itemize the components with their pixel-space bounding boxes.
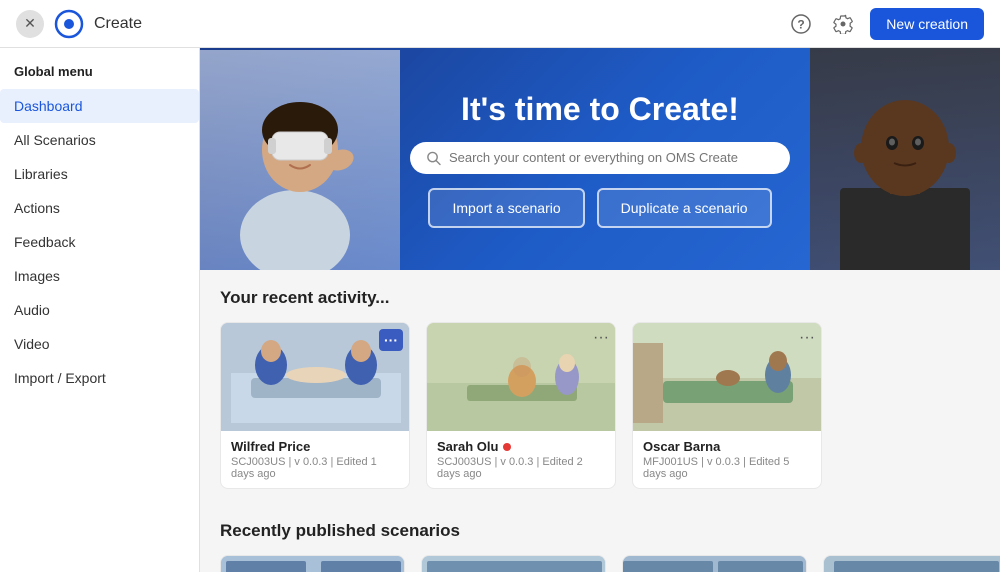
pub-card-4	[823, 555, 1000, 572]
card-meta-wilfred: SCJ003US | v 0.0.3 | Edited 1 days ago	[231, 456, 399, 480]
card-name-oscar: Oscar Barna	[643, 439, 811, 454]
published-cards-row	[220, 555, 980, 572]
card-menu-sarah[interactable]: ···	[593, 329, 609, 347]
hero-person-right	[810, 48, 1000, 270]
scene-sarah-svg	[427, 323, 615, 431]
hero-person-right-figure	[810, 48, 1000, 270]
sidebar-item-libraries[interactable]: Libraries	[0, 157, 199, 191]
sidebar-item-actions[interactable]: Actions	[0, 191, 199, 225]
sidebar-title: Global menu	[0, 48, 199, 89]
card-info-wilfred: Wilfred Price SCJ003US | v 0.0.3 | Edite…	[221, 431, 409, 488]
card-oscar-barna: ··· Oscar Barna MFJ001US | v 0.0.3 | Edi…	[632, 322, 822, 489]
app-logo-icon	[54, 9, 84, 39]
pub-card-image-4	[824, 556, 1000, 572]
hero-person-left	[200, 50, 400, 270]
card-info-sarah: Sarah Olu SCJ003US | v 0.0.3 | Edited 2 …	[427, 431, 615, 488]
card-image-wilfred: ···	[221, 323, 409, 431]
card-meta-sarah: SCJ003US | v 0.0.3 | Edited 2 days ago	[437, 456, 605, 480]
pub-card-image-2	[422, 556, 605, 572]
published-section: Recently published scenarios	[200, 503, 1000, 572]
settings-icon	[833, 14, 853, 34]
topbar: ✕ Create ? New creation	[0, 0, 1000, 48]
sidebar-item-images[interactable]: Images	[0, 259, 199, 293]
card-name-sarah: Sarah Olu	[437, 439, 605, 454]
help-button[interactable]: ?	[786, 9, 816, 39]
import-scenario-button[interactable]: Import a scenario	[428, 188, 584, 228]
hero-center: It's time to Create! Import a scenario D…	[410, 91, 790, 228]
published-title: Recently published scenarios	[220, 521, 980, 541]
pub-scene-1-svg	[221, 556, 405, 572]
new-creation-button[interactable]: New creation	[870, 8, 984, 40]
content-area: It's time to Create! Import a scenario D…	[200, 48, 1000, 572]
app-title: Create	[94, 15, 142, 33]
main-layout: Global menu Dashboard All Scenarios Libr…	[0, 48, 1000, 572]
close-button[interactable]: ✕	[16, 10, 44, 38]
sidebar-item-audio[interactable]: Audio	[0, 293, 199, 327]
card-meta-oscar: MFJ001US | v 0.0.3 | Edited 5 days ago	[643, 456, 811, 480]
hero-title: It's time to Create!	[461, 91, 739, 128]
card-menu-wilfred[interactable]: ···	[379, 329, 403, 351]
search-input[interactable]	[449, 150, 774, 165]
card-info-oscar: Oscar Barna MFJ001US | v 0.0.3 | Edited …	[633, 431, 821, 488]
pub-card-3	[622, 555, 807, 572]
pub-card-2	[421, 555, 606, 572]
pub-scene-4-svg	[824, 556, 1000, 572]
sidebar-item-all-scenarios[interactable]: All Scenarios	[0, 123, 199, 157]
card-sarah-olu: ··· Sarah Olu SCJ003US | v 0.0.3 | Edite…	[426, 322, 616, 489]
hero-person-left-figure	[200, 50, 400, 270]
hero-banner: It's time to Create! Import a scenario D…	[200, 48, 1000, 270]
hero-actions: Import a scenario Duplicate a scenario	[428, 188, 771, 228]
recent-activity-title: Your recent activity...	[220, 288, 980, 308]
card-menu-oscar[interactable]: ···	[799, 329, 815, 347]
svg-text:?: ?	[798, 17, 805, 31]
pub-card-image-1	[221, 556, 404, 572]
sidebar-item-dashboard[interactable]: Dashboard	[0, 89, 199, 123]
card-wilfred-price: ··· Wilfred Price SCJ003US | v 0.0.3 | E…	[220, 322, 410, 489]
settings-button[interactable]	[828, 9, 858, 39]
red-dot-sarah	[503, 443, 511, 451]
card-name-wilfred: Wilfred Price	[231, 439, 399, 454]
recent-cards-row: ··· Wilfred Price SCJ003US | v 0.0.3 | E…	[220, 322, 980, 489]
duplicate-scenario-button[interactable]: Duplicate a scenario	[597, 188, 772, 228]
pub-scene-2-svg	[422, 556, 606, 572]
card-image-oscar: ···	[633, 323, 821, 431]
help-icon: ?	[791, 14, 811, 34]
topbar-left: ✕ Create	[16, 9, 142, 39]
sidebar: Global menu Dashboard All Scenarios Libr…	[0, 48, 200, 572]
pub-scene-3-svg	[623, 556, 807, 572]
sidebar-item-feedback[interactable]: Feedback	[0, 225, 199, 259]
pub-card-1	[220, 555, 405, 572]
recent-activity-section: Your recent activity...	[200, 270, 1000, 503]
search-icon	[426, 150, 441, 166]
scene-oscar-svg	[633, 323, 821, 431]
sidebar-item-video[interactable]: Video	[0, 327, 199, 361]
hero-search-bar	[410, 142, 790, 174]
card-image-sarah: ···	[427, 323, 615, 431]
pub-card-image-3	[623, 556, 806, 572]
topbar-right: ? New creation	[786, 8, 984, 40]
sidebar-item-import-export[interactable]: Import / Export	[0, 361, 199, 395]
